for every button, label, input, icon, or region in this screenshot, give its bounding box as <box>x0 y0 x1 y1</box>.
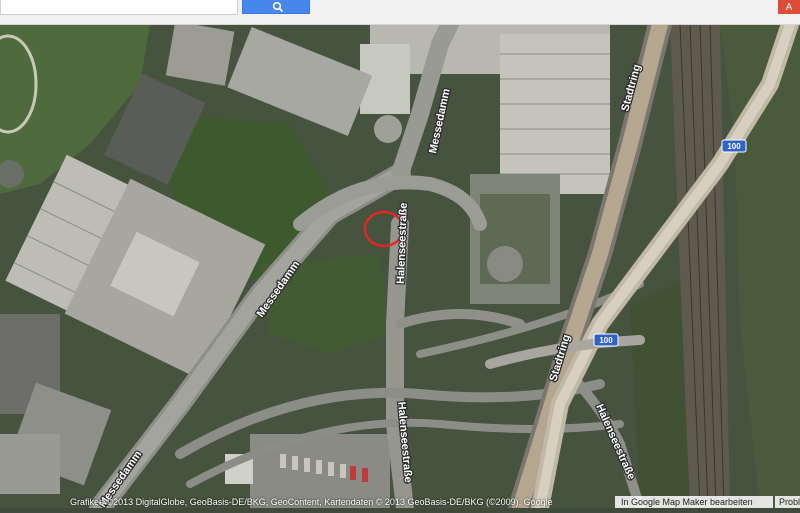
top-toolbar: A <box>0 0 800 25</box>
shield-label: 100 <box>727 142 741 151</box>
exhibition-hall <box>500 34 610 194</box>
a100-shield-upper: 100 <box>721 139 747 153</box>
search-icon <box>272 1 284 13</box>
attribution-bar: Grafiken ©2013 DigitalGlobe, GeoBasis-DE… <box>0 496 800 508</box>
copyright-text: Grafiken ©2013 DigitalGlobe, GeoBasis-DE… <box>70 497 553 507</box>
a100-shield-lower: 100 <box>593 333 619 347</box>
account-button[interactable]: A <box>778 0 800 14</box>
report-problem-link[interactable]: Problem melden <box>775 496 800 508</box>
mapmaker-link[interactable]: In Google Map Maker bearbeiten <box>615 496 773 508</box>
search-input[interactable] <box>0 0 238 15</box>
building <box>165 21 235 86</box>
shield-label: 100 <box>599 336 613 345</box>
satellite-map[interactable]: 100 100 Messedamm Messedamm Messedamm St… <box>0 12 800 513</box>
map-canvas[interactable]: 100 100 Messedamm Messedamm Messedamm St… <box>0 12 800 513</box>
search-button[interactable] <box>242 0 310 14</box>
